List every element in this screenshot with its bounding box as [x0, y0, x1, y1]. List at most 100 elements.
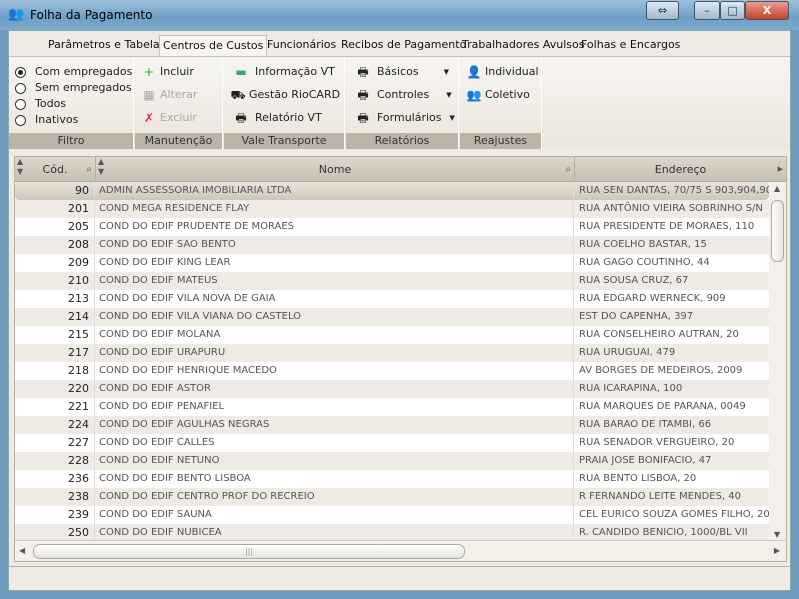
vertical-scroll-thumb[interactable]	[771, 200, 784, 262]
printer-icon: 🖶	[235, 111, 247, 125]
group-label: Reajustes	[460, 133, 541, 149]
horizontal-scroll-thumb[interactable]: |||	[33, 544, 465, 559]
button-label: Relatório VT	[255, 111, 322, 124]
tab-trabalhadores-avulsos[interactable]: Trabalhadores Avulsos	[459, 35, 587, 57]
button-label: Básicos	[377, 65, 419, 78]
cell-nome: COND DO EDIF CALLES	[96, 434, 574, 452]
cell-endereco: EST DO CAPENHA, 397	[579, 311, 694, 322]
tab-centros-de-custos[interactable]: Centros de Custos	[159, 35, 268, 57]
column-header-endereco[interactable]: Endereço ▶	[575, 157, 786, 182]
group-label: Manutenção	[135, 133, 222, 149]
cell-nome: COND DO EDIF ASTOR	[96, 380, 574, 398]
bus-icon: ▬	[235, 65, 247, 79]
column-header-cod[interactable]: ▲ ▼ Cód. ⌕	[15, 157, 96, 182]
table-row[interactable]: 213 COND DO EDIF VILA NOVA DE GAIA RUA EDG…	[15, 290, 769, 308]
horizontal-scrollbar[interactable]: ◀ ||| ▶	[15, 540, 786, 561]
dropdown-arrow-icon: ▼	[449, 114, 455, 122]
table-row[interactable]: 210 COND DO EDIF MATEUS RUA SOUSA CRUZ, 67	[15, 272, 769, 290]
cost-centers-grid: ▲ ▼ Cód. ⌕ ▲ ▼ Nome ⌕ Endereço ▶ 90 ADMIN ASSESS…	[14, 156, 787, 562]
cell-cod: 213	[15, 290, 95, 308]
cell-endereco: RUA COELHO BASTAR, 15	[579, 239, 707, 250]
button-label: Coletivo	[485, 88, 530, 101]
radio-inativos[interactable]: Inativos	[15, 111, 78, 129]
cell-endereco: RUA SEN DANTAS, 70/75 S 903,904,905 E	[579, 185, 769, 196]
group-filtro: Com empregados Sem empregados Todos Inat…	[9, 57, 134, 149]
coletivo-button[interactable]: 👥 Coletivo	[466, 86, 530, 104]
cell-nome: COND DO EDIF BENTO LISBOA	[96, 470, 574, 488]
restore-button[interactable]: ⇔	[646, 1, 679, 20]
cell-nome: COND DO EDIF NETUNO	[96, 452, 574, 470]
table-row[interactable]: 215 COND DO EDIF MOLANA RUA CONSELHEIRO AU…	[15, 326, 769, 344]
tab-funcionarios[interactable]: Funcionários	[264, 35, 339, 57]
maximize-button[interactable]: □	[720, 1, 745, 20]
table-row[interactable]: 217 COND DO EDIF URAPURU RUA URUGUAI, 479	[15, 344, 769, 362]
incluir-button[interactable]: + Incluir	[141, 63, 194, 81]
sort-icon: ▲ ▼	[98, 157, 105, 176]
table-row[interactable]: 221 COND DO EDIF PENAFIEL RUA MARQUES DE P…	[15, 398, 769, 416]
table-row[interactable]: 201 COND MEGA RESIDENCE FLAY RUA ANTÔNIO V…	[15, 200, 769, 218]
button-label: Informação VT	[255, 65, 335, 78]
cell-cod: 201	[15, 200, 95, 218]
tab-folhas-encargos[interactable]: Folhas e Encargos	[578, 35, 683, 57]
vertical-scrollbar[interactable]: ▲ ▼	[769, 182, 786, 541]
printer-icon: 🖶	[357, 111, 369, 125]
search-icon[interactable]: ⌕	[565, 157, 571, 182]
table-row[interactable]: 218 COND DO EDIF HENRIQUE MACEDO AV BORGES…	[15, 362, 769, 380]
cell-endereco: RUA GAGO COUTINHO, 44	[579, 257, 710, 268]
cell-cod: 228	[15, 452, 95, 470]
ribbon: Com empregados Sem empregados Todos Inat…	[9, 56, 790, 149]
table-row[interactable]: 208 COND DO EDIF SAO BENTO RUA COELHO BAST…	[15, 236, 769, 254]
edit-icon: ▦	[143, 88, 155, 102]
gestao-riocard-button[interactable]: ⛟ Gestão RioCARD	[230, 86, 340, 104]
individual-button[interactable]: 👤 Individual	[466, 63, 539, 81]
column-header-nome[interactable]: ▲ ▼ Nome ⌕	[96, 157, 575, 182]
table-row[interactable]: 239 COND DO EDIF SAUNA CEL EURICO SOUZA GO…	[15, 506, 769, 524]
cell-endereco: PRAIA JOSE BONIFACIO, 47	[579, 455, 712, 466]
scroll-right-icon[interactable]: ▶	[774, 546, 780, 555]
cell-endereco: RUA URUGUAI, 479	[579, 347, 676, 358]
table-row[interactable]: 236 COND DO EDIF BENTO LISBOA RUA BENTO LI…	[15, 470, 769, 488]
radio-icon	[15, 98, 26, 110]
alterar-button[interactable]: ▦ Alterar	[141, 86, 197, 104]
informacao-vt-button[interactable]: ▬ Informação VT	[230, 63, 335, 81]
cell-endereco: RUA MARQUES DE PARANA, 0049	[579, 401, 746, 412]
table-row[interactable]: 205 COND DO EDIF PRUDENTE DE MORAES RUA PR…	[15, 218, 769, 236]
cell-cod: 218	[15, 362, 95, 380]
cell-endereco: RUA ICARAPINA, 100	[579, 383, 683, 394]
table-row[interactable]: 238 COND DO EDIF CENTRO PROF DO RECREIO R …	[15, 488, 769, 506]
table-row[interactable]: 220 COND DO EDIF ASTOR RUA ICARAPINA, 100	[15, 380, 769, 398]
basicos-button[interactable]: 🖶 Básicos ▼	[352, 63, 449, 81]
group-label: Relatórios	[346, 133, 458, 149]
search-icon[interactable]: ⌕	[86, 157, 92, 182]
scroll-right-icon[interactable]: ▶	[778, 157, 783, 182]
close-button[interactable]: X	[745, 1, 789, 20]
table-row[interactable]: 227 COND DO EDIF CALLES RUA SENADOR VERGUE…	[15, 434, 769, 452]
table-row[interactable]: 224 COND DO EDIF AGULHAS NEGRAS RUA BARAO …	[15, 416, 769, 434]
table-row[interactable]: 90 ADMIN ASSESSORIA IMOBILIARIA LTDA RUA S…	[15, 182, 769, 200]
column-label: Cód.	[42, 163, 68, 176]
button-label: Incluir	[160, 65, 194, 78]
scroll-down-icon[interactable]: ▼	[774, 530, 780, 539]
relatorio-vt-button[interactable]: 🖶 Relatório VT	[230, 109, 322, 127]
scroll-up-icon[interactable]: ▲	[774, 184, 780, 193]
cell-cod: 210	[15, 272, 95, 290]
cell-nome: COND DO EDIF PENAFIEL	[96, 398, 574, 416]
minimize-button[interactable]: –	[694, 1, 720, 20]
tab-recibos[interactable]: Recibos de Pagamento	[338, 35, 469, 57]
controles-button[interactable]: 🖶 Controles ▼	[352, 86, 451, 104]
table-row[interactable]: 214 COND DO EDIF VILA VIANA DO CASTELO EST…	[15, 308, 769, 326]
add-icon: +	[143, 65, 155, 79]
table-row[interactable]: 209 COND DO EDIF KING LEAR RUA GAGO COUTIN…	[15, 254, 769, 272]
scroll-left-icon[interactable]: ◀	[19, 546, 25, 555]
radio-icon	[15, 114, 26, 126]
sort-icon: ▲ ▼	[17, 157, 24, 176]
group-relatorios: 🖶 Básicos ▼ 🖶 Controles ▼ 🖶 Formulários ▼ Rela…	[346, 57, 459, 149]
cell-cod: 221	[15, 398, 95, 416]
table-row[interactable]: 228 COND DO EDIF NETUNO PRAIA JOSE BONIFAC…	[15, 452, 769, 470]
button-label: Alterar	[160, 88, 198, 101]
printer-icon: 🖶	[357, 88, 369, 102]
formularios-button[interactable]: 🖶 Formulários ▼	[352, 109, 455, 127]
tab-parametros[interactable]: Parâmetros e Tabelas	[45, 35, 168, 57]
excluir-button[interactable]: ✗ Excluir	[141, 109, 197, 127]
cell-cod: 220	[15, 380, 95, 398]
